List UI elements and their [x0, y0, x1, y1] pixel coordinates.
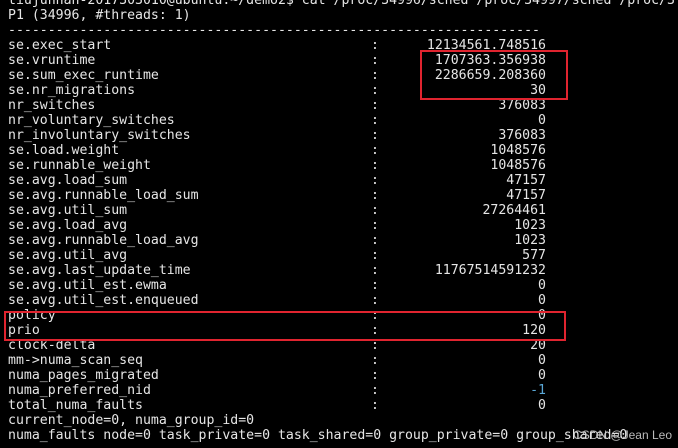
sched-colon: :	[371, 98, 379, 113]
sched-colon: :	[371, 293, 379, 308]
sched-colon: :	[371, 68, 379, 83]
sched-value: 0	[538, 293, 546, 308]
sched-colon: :	[371, 398, 379, 413]
sched-colon: :	[371, 368, 379, 383]
process-header: P1 (34996, #threads: 1)	[8, 8, 191, 23]
sched-key: se.avg.runnable_load_avg	[8, 233, 199, 248]
sched-value: 577	[522, 248, 546, 263]
sched-key: se.nr_migrations	[8, 83, 136, 98]
sched-colon: :	[371, 233, 379, 248]
sched-row: se.avg.load_avg: 1023	[8, 218, 546, 233]
sched-row: se.avg.runnable_load_sum: 47157	[8, 188, 546, 203]
sched-row: se.runnable_weight: 1048576	[8, 158, 546, 173]
sched-key: nr_voluntary_switches	[8, 113, 175, 128]
sched-row: total_numa_faults: 0	[8, 398, 546, 413]
sched-value: 0	[538, 368, 546, 383]
sched-colon: :	[371, 143, 379, 158]
sched-colon: :	[371, 83, 379, 98]
sched-row: se.avg.last_update_time: 11767514591232	[8, 263, 546, 278]
sched-key: numa_preferred_nid	[8, 383, 151, 398]
sched-value: 0	[538, 398, 546, 413]
sched-key: se.avg.runnable_load_sum	[8, 188, 199, 203]
sched-value: 0	[538, 278, 546, 293]
sched-key: total_numa_faults	[8, 398, 143, 413]
sched-value: 376083	[498, 128, 546, 143]
sched-value: 376083	[498, 98, 546, 113]
sched-colon: :	[371, 278, 379, 293]
sched-row: nr_switches: 376083	[8, 98, 546, 113]
sched-key: se.sum_exec_runtime	[8, 68, 159, 83]
sched-key: se.load.weight	[8, 143, 120, 158]
command-line: tiujunnan-2017303010@ubuntu:~/demo2$ cat…	[8, 0, 675, 8]
sched-colon: :	[371, 383, 379, 398]
sched-row: se.avg.util_sum: 27264461	[8, 203, 546, 218]
sched-row: nr_involuntary_switches: 376083	[8, 128, 546, 143]
sched-value: 1048576	[490, 143, 546, 158]
sched-row: mm->numa_scan_seq: 0	[8, 353, 546, 368]
sched-row: se.avg.util_avg: 577	[8, 248, 546, 263]
sched-value: 47157	[506, 173, 546, 188]
watermark: CSDN @Jean Leo	[573, 428, 672, 442]
sched-key: se.avg.load_sum	[8, 173, 128, 188]
sched-row: se.avg.util_est.ewma: 0	[8, 278, 546, 293]
sched-key: se.avg.load_avg	[8, 218, 128, 233]
sched-key: se.runnable_weight	[8, 158, 151, 173]
footer-line-2: numa_faults node=0 task_private=0 task_s…	[8, 428, 628, 443]
sched-colon: :	[371, 158, 379, 173]
sched-value: 0	[538, 113, 546, 128]
sched-value: 27264461	[482, 203, 546, 218]
sched-colon: :	[371, 188, 379, 203]
sched-key: se.avg.util_sum	[8, 203, 128, 218]
terminal-window[interactable]: tiujunnan-2017303010@ubuntu:~/demo2$ cat…	[0, 0, 678, 448]
sched-value: 1023	[514, 233, 546, 248]
sched-value: 1023	[514, 218, 546, 233]
sched-row: se.avg.load_sum: 47157	[8, 173, 546, 188]
sched-value: 11767514591232	[434, 263, 546, 278]
sched-value: 47157	[506, 188, 546, 203]
sched-key: numa_pages_migrated	[8, 368, 159, 383]
sched-value: 0	[538, 353, 546, 368]
sched-row: numa_pages_migrated: 0	[8, 368, 546, 383]
sched-colon: :	[371, 38, 379, 53]
sched-colon: :	[371, 203, 379, 218]
sched-key: se.avg.util_est.ewma	[8, 278, 167, 293]
sched-colon: :	[371, 353, 379, 368]
sched-value: 1048576	[490, 158, 546, 173]
separator-line: ----------------------------------------…	[8, 23, 540, 38]
footer-line-1: current_node=0, numa_group_id=0	[8, 413, 255, 428]
sched-colon: :	[371, 113, 379, 128]
highlight-box-policy-prio	[4, 311, 566, 341]
sched-row: nr_voluntary_switches: 0	[8, 113, 546, 128]
sched-colon: :	[371, 218, 379, 233]
sched-key: se.vruntime	[8, 53, 96, 68]
sched-value: -1	[530, 383, 546, 398]
sched-key: se.avg.util_est.enqueued	[8, 293, 199, 308]
sched-row: se.avg.runnable_load_avg: 1023	[8, 233, 546, 248]
sched-row: se.load.weight: 1048576	[8, 143, 546, 158]
sched-row: numa_preferred_nid: -1	[8, 383, 546, 398]
sched-row: se.avg.util_est.enqueued: 0	[8, 293, 546, 308]
sched-key: nr_involuntary_switches	[8, 128, 191, 143]
sched-key: nr_switches	[8, 98, 96, 113]
sched-colon: :	[371, 128, 379, 143]
sched-colon: :	[371, 248, 379, 263]
highlight-box-runtime	[420, 50, 568, 100]
sched-colon: :	[371, 173, 379, 188]
sched-key: se.avg.last_update_time	[8, 263, 191, 278]
sched-key: mm->numa_scan_seq	[8, 353, 143, 368]
sched-colon: :	[371, 53, 379, 68]
sched-colon: :	[371, 263, 379, 278]
sched-key: se.avg.util_avg	[8, 248, 128, 263]
sched-key: se.exec_start	[8, 38, 112, 53]
